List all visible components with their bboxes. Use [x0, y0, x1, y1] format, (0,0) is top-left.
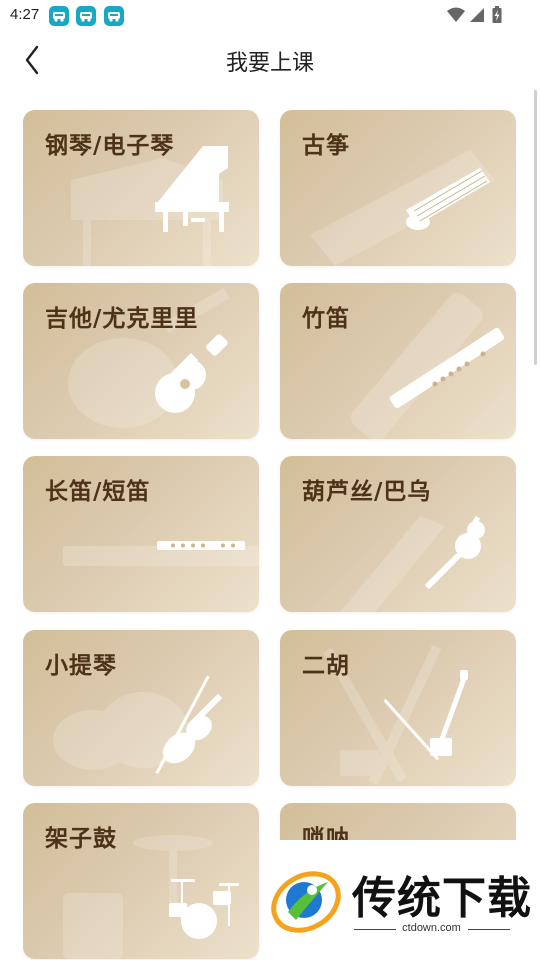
instrument-card-guzheng[interactable]: 古筝: [280, 110, 516, 266]
watermark-divider: [468, 929, 510, 930]
battery-charging-icon: [492, 6, 502, 23]
instrument-label: 小提琴: [45, 653, 117, 679]
instrument-card-erhu[interactable]: 二胡: [280, 630, 516, 786]
instrument-card-piano[interactable]: 钢琴/电子琴: [23, 110, 259, 266]
instrument-label: 古筝: [302, 133, 350, 159]
instrument-card-bamboo-flute[interactable]: 竹笛: [280, 283, 516, 439]
instrument-card-flute[interactable]: 长笛/短笛: [23, 456, 259, 612]
status-bar: 4:27: [0, 0, 540, 32]
status-icons: [436, 5, 506, 27]
watermark-brand: 传统下载: [352, 873, 532, 924]
watermark-url: ctdown.com: [402, 922, 461, 934]
status-time: 4:27: [10, 6, 40, 23]
instrument-label: 钢琴/电子琴: [45, 133, 175, 159]
instrument-card-violin[interactable]: 小提琴: [23, 630, 259, 786]
instrument-label: 架子鼓: [45, 826, 117, 852]
instrument-label: 长笛/短笛: [45, 479, 151, 505]
instrument-card-hulusi[interactable]: 葫芦丝/巴乌: [280, 456, 516, 612]
scroll-indicator[interactable]: [534, 90, 537, 365]
car-app-notification-icon: [49, 6, 69, 26]
cell-signal-icon: [470, 8, 484, 22]
instrument-label: 葫芦丝/巴乌: [302, 479, 432, 505]
car-app-notification-icon: [76, 6, 96, 26]
ctdown-logo-icon: [271, 871, 341, 933]
instrument-card-drum-kit[interactable]: 架子鼓: [23, 803, 259, 959]
watermark-overlay: 传统下载 ctdown.com: [262, 840, 540, 960]
page-title: 我要上课: [225, 51, 314, 76]
car-app-notification-icon: [104, 6, 124, 26]
instrument-label: 竹笛: [302, 306, 350, 332]
instrument-grid: 钢琴/电子琴 古筝 吉他/尤克里里 竹笛 长笛/短笛 葫芦丝/巴乌 小提琴 二胡…: [23, 110, 516, 960]
header: 我要上课: [0, 32, 540, 84]
wifi-icon: [447, 7, 465, 22]
instrument-label: 二胡: [302, 653, 350, 679]
instrument-card-guitar[interactable]: 吉他/尤克里里: [23, 283, 259, 439]
instrument-label: 吉他/尤克里里: [45, 306, 199, 332]
